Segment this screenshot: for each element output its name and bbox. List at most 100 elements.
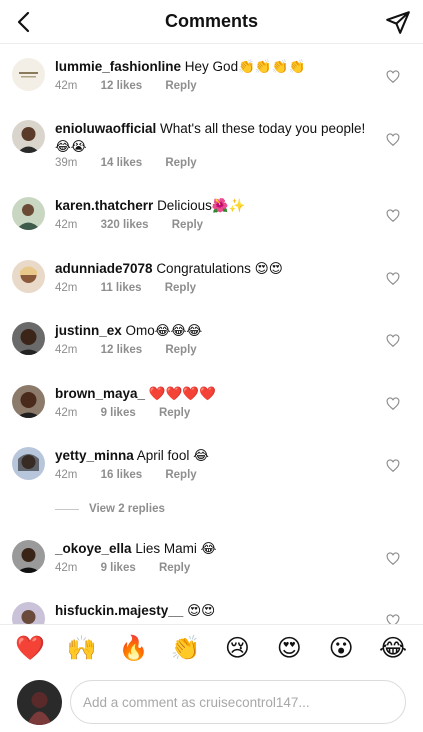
paper-plane-icon[interactable] [385, 9, 411, 35]
heart-eyes-icon: 😍 [276, 635, 302, 662]
comment-composer [0, 672, 423, 732]
emoji-heart-eyes-button[interactable]: 😍 [271, 631, 307, 667]
emoji-clap-button[interactable]: 👏 [168, 631, 204, 667]
avatar[interactable] [12, 322, 45, 355]
comment-username[interactable]: _okoye_ella [55, 541, 132, 556]
heart-outline-icon[interactable] [386, 552, 400, 566]
comment-username[interactable]: enioluwaofficial [55, 121, 156, 136]
reply-button[interactable]: Reply [165, 469, 196, 481]
comment-time: 42m [55, 344, 78, 356]
heart-outline-icon[interactable] [386, 459, 400, 473]
reply-button[interactable]: Reply [165, 80, 196, 92]
tears-of-joy-icon: 😂 [379, 635, 408, 662]
comment-time: 39m [55, 157, 78, 169]
comment-time: 42m [55, 562, 78, 574]
divider [55, 508, 79, 510]
comment-likes[interactable]: 320 likes [101, 219, 149, 231]
comment-body: Omo😂😂😂 [125, 323, 203, 338]
comment-text: enioluwaofficial What's all these today … [55, 120, 373, 156]
comment-meta: 39m 14 likes Reply [55, 157, 217, 169]
comment-username[interactable]: adunniade7078 [55, 261, 153, 276]
comment-meta: 42m 16 likes Reply [55, 469, 217, 481]
avatar[interactable] [12, 260, 45, 293]
page-title: Comments [164, 11, 258, 31]
comment-meta: 42m 9 likes Reply [55, 407, 210, 419]
comment-item: karen.thatcherr Delicious🌺✨ 42m 320 like… [0, 197, 423, 257]
comment-time: 42m [55, 282, 78, 294]
comment-likes[interactable]: 16 likes [101, 469, 143, 481]
comment-body: ❤️❤️❤️❤️ [148, 386, 217, 401]
comment-likes[interactable]: 11 likes [101, 282, 142, 294]
comment-username[interactable]: yetty_minna [55, 448, 134, 463]
comment-body: Delicious🌺✨ [157, 198, 246, 213]
comment-item: hisfuckin.majesty__ 😍😍 [0, 602, 423, 624]
view-replies-label: View 2 replies [89, 503, 165, 515]
header: Comments [0, 0, 423, 44]
emoji-heart-button[interactable]: ❤️ [12, 631, 48, 667]
emoji-crying-button[interactable]: 😢 [219, 631, 255, 667]
comment-time: 42m [55, 80, 78, 92]
comment-likes[interactable]: 12 likes [101, 344, 143, 356]
emoji-laughing-button[interactable]: 😂 [375, 631, 411, 667]
reply-button[interactable]: Reply [165, 157, 196, 169]
comment-body: Lies Mami 😂 [135, 541, 217, 556]
comment-username[interactable]: lummie_fashionline [55, 59, 181, 74]
emoji-raised-hands-button[interactable]: 🙌 [64, 631, 100, 667]
reply-button[interactable]: Reply [165, 282, 196, 294]
comment-meta: 42m 9 likes Reply [55, 562, 210, 574]
reply-button[interactable]: Reply [159, 562, 190, 574]
avatar[interactable] [12, 540, 45, 573]
comment-body: 😍😍 [187, 603, 216, 618]
reply-button[interactable]: Reply [165, 344, 196, 356]
heart-outline-icon[interactable] [386, 70, 400, 84]
avatar[interactable] [12, 602, 45, 624]
reply-button[interactable]: Reply [159, 407, 190, 419]
heart-outline-icon[interactable] [386, 334, 400, 348]
surprised-face-icon: 😮 [328, 635, 354, 662]
emoji-fire-button[interactable]: 🔥 [116, 631, 152, 667]
crying-face-icon: 😢 [224, 635, 250, 662]
comment-likes[interactable]: 9 likes [101, 407, 136, 419]
comment-input[interactable] [70, 680, 406, 724]
comment-meta: 42m 12 likes Reply [55, 80, 217, 92]
avatar[interactable] [12, 58, 45, 91]
comment-time: 42m [55, 219, 78, 231]
heart-outline-icon[interactable] [386, 209, 400, 223]
comment-likes[interactable]: 14 likes [101, 157, 143, 169]
comment-meta: 42m 320 likes Reply [55, 219, 223, 231]
reply-button[interactable]: Reply [172, 219, 203, 231]
heart-outline-icon[interactable] [386, 272, 400, 286]
comment-text: brown_maya_ ❤️❤️❤️❤️ [55, 385, 373, 403]
avatar[interactable] [12, 197, 45, 230]
heart-outline-icon[interactable] [386, 397, 400, 411]
comment-text: karen.thatcherr Delicious🌺✨ [55, 197, 373, 215]
comment-item: yetty_minna April fool 😂 42m 16 likes Re… [0, 447, 423, 507]
comment-text: lummie_fashionline Hey God👏👏👏👏 [55, 58, 373, 76]
comment-item: brown_maya_ ❤️❤️❤️❤️ 42m 9 likes Reply [0, 385, 423, 445]
comment-username[interactable]: karen.thatcherr [55, 198, 153, 213]
avatar[interactable] [12, 120, 45, 153]
comment-body: Hey God👏👏👏👏 [184, 59, 306, 74]
comment-likes[interactable]: 9 likes [101, 562, 136, 574]
heart-outline-icon[interactable] [386, 614, 400, 624]
comment-item: _okoye_ella Lies Mami 😂 42m 9 likes Repl… [0, 540, 423, 600]
emoji-surprised-button[interactable]: 😮 [323, 631, 359, 667]
clapping-hands-icon: 👏 [170, 635, 201, 662]
comment-time: 42m [55, 469, 78, 481]
heart-outline-icon[interactable] [386, 133, 400, 147]
comment-username[interactable]: justinn_ex [55, 323, 122, 338]
avatar[interactable] [12, 385, 45, 418]
comment-text: _okoye_ella Lies Mami 😂 [55, 540, 373, 558]
red-heart-icon: ❤️ [14, 635, 45, 662]
comment-likes[interactable]: 12 likes [101, 80, 143, 92]
comment-username[interactable]: hisfuckin.majesty__ [55, 603, 183, 618]
emoji-quick-bar: ❤️ 🙌 🔥 👏 😢 😍 😮 😂 [0, 624, 423, 672]
comment-text: yetty_minna April fool 😂 [55, 447, 373, 465]
avatar[interactable] [12, 447, 45, 480]
fire-icon: 🔥 [118, 635, 149, 662]
comment-text: hisfuckin.majesty__ 😍😍 [55, 602, 373, 620]
view-replies-button[interactable]: View 2 replies [55, 503, 165, 515]
my-avatar[interactable] [17, 680, 62, 725]
comment-text: adunniade7078 Congratulations 😍😍 [55, 260, 373, 278]
comment-username[interactable]: brown_maya_ [55, 386, 145, 401]
